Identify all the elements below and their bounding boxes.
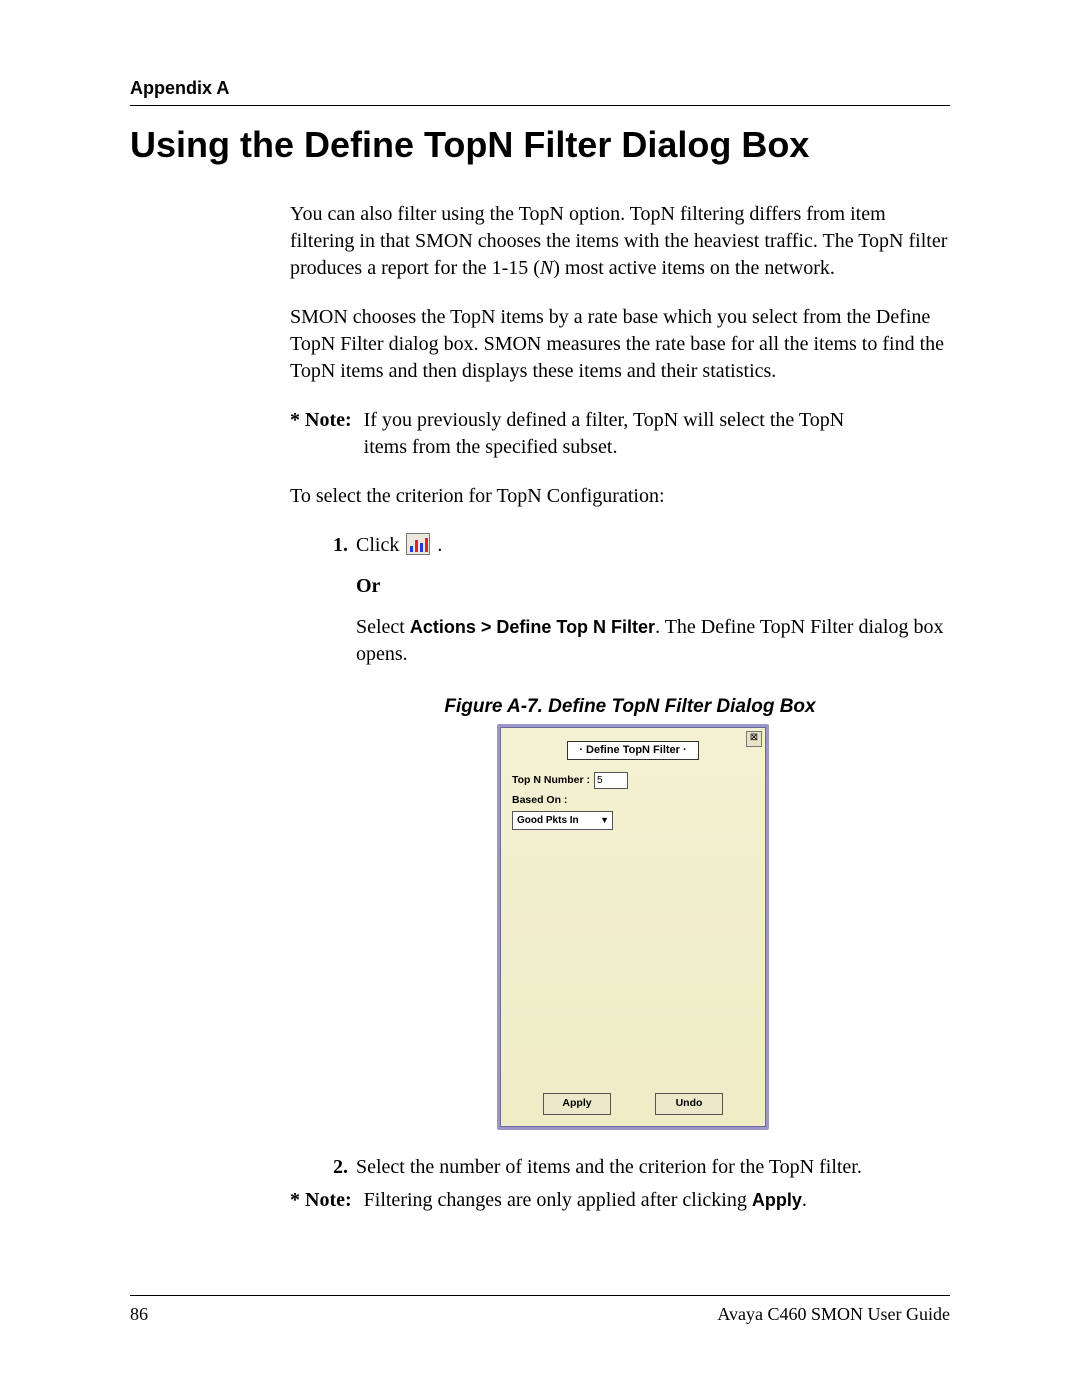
para1-tail: ) most active items on the network.: [553, 257, 835, 279]
step-1-after: .: [437, 534, 442, 556]
step-2-body: Select the number of items and the crite…: [356, 1154, 950, 1181]
para1-italic-n: N: [540, 257, 553, 279]
basedon-selected-value: Good Pkts In: [517, 814, 579, 828]
figure-caption: Figure A-7. Define TopN Filter Dialog Bo…: [310, 694, 950, 720]
footer-doc-title: Avaya C460 SMON User Guide: [717, 1304, 950, 1325]
step-1-body: Click . Or Select Actions > Define Top N…: [356, 532, 950, 668]
dialog-figure: ⊠ · Define TopN Filter · Top N Number : …: [497, 724, 763, 1130]
note-2-after: .: [802, 1189, 807, 1211]
chevron-down-icon: ▼: [600, 814, 609, 826]
step-2-number: 2.: [310, 1154, 356, 1181]
note-1-line2: items from the specified subset.: [364, 434, 845, 461]
dialog-title: · Define TopN Filter ·: [567, 741, 699, 760]
page-footer: 86 Avaya C460 SMON User Guide: [130, 1295, 950, 1325]
steps: 1. Click . Or Select Actions > Define To…: [290, 532, 950, 1181]
note-1: * Note: If you previously defined a filt…: [290, 407, 950, 461]
apply-button[interactable]: Apply: [543, 1093, 611, 1115]
page-content: Appendix A Using the Define TopN Filter …: [130, 78, 950, 1236]
basedon-label: Based On :: [512, 793, 594, 807]
body-column: You can also filter using the TopN optio…: [290, 201, 950, 1214]
or-label: Or: [356, 573, 950, 600]
intro-para-1: You can also filter using the TopN optio…: [290, 201, 950, 282]
note-2-label: * Note:: [290, 1187, 352, 1214]
note-1-line1: If you previously defined a filter, TopN…: [364, 409, 845, 431]
basedon-select[interactable]: Good Pkts In ▼: [512, 811, 613, 830]
note-1-label: * Note:: [290, 407, 352, 461]
note-2: * Note: Filtering changes are only appli…: [290, 1187, 950, 1214]
note-2-before: Filtering changes are only applied after…: [364, 1189, 752, 1211]
topn-number-row: Top N Number :: [500, 770, 766, 791]
undo-button[interactable]: Undo: [655, 1093, 723, 1115]
step-2: 2. Select the number of items and the cr…: [310, 1154, 950, 1181]
step-1b-bold: Actions > Define Top N Filter: [410, 617, 655, 637]
dialog-button-bar: Apply Undo: [500, 1093, 766, 1115]
intro-para-2: SMON chooses the TopN items by a rate ba…: [290, 304, 950, 385]
page-number: 86: [130, 1304, 148, 1325]
appendix-label: Appendix A: [130, 78, 950, 99]
note-1-text: If you previously defined a filter, TopN…: [352, 407, 845, 461]
step-1-number: 1.: [310, 532, 356, 668]
define-topn-dialog: ⊠ · Define TopN Filter · Top N Number : …: [497, 724, 769, 1130]
topn-number-label: Top N Number :: [512, 773, 594, 787]
note-2-text: Filtering changes are only applied after…: [352, 1187, 807, 1214]
step-1-alt: Select Actions > Define Top N Filter. Th…: [356, 614, 950, 668]
step-1-before: Click: [356, 534, 404, 556]
basedon-row: Based On :: [500, 791, 766, 809]
step-1b-before: Select: [356, 616, 410, 638]
topn-number-input[interactable]: [594, 772, 628, 789]
header-rule: [130, 105, 950, 106]
note-2-apply-bold: Apply: [752, 1190, 802, 1210]
step-1: 1. Click . Or Select Actions > Define To…: [310, 532, 950, 668]
close-icon[interactable]: ⊠: [746, 731, 762, 747]
topn-toolbar-icon[interactable]: [406, 533, 430, 555]
page-title: Using the Define TopN Filter Dialog Box: [130, 124, 950, 165]
intro-para-3: To select the criterion for TopN Configu…: [290, 483, 950, 510]
